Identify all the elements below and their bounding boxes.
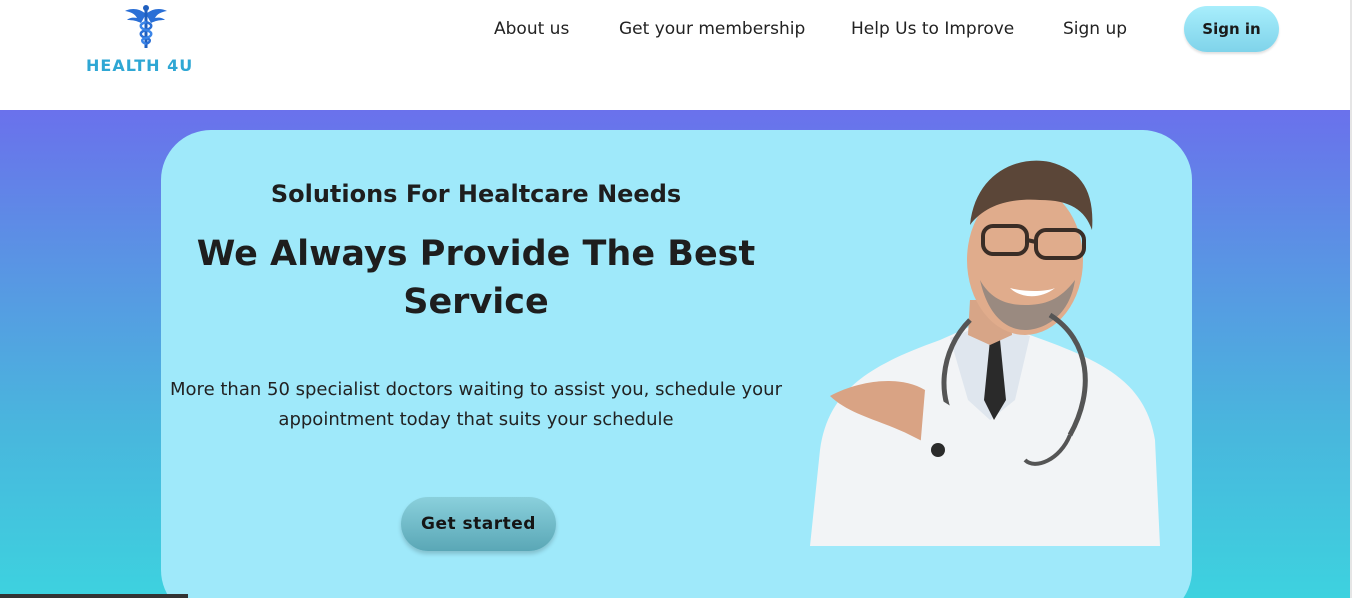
caduceus-icon <box>125 5 167 48</box>
sign-in-button[interactable]: Sign in <box>1184 6 1279 52</box>
hero-description: More than 50 specialist doctors waiting … <box>170 379 782 430</box>
get-started-button[interactable]: Get started <box>401 497 556 551</box>
nav-get-membership[interactable]: Get your membership <box>619 19 805 39</box>
nav-help-improve[interactable]: Help Us to Improve <box>851 19 1014 39</box>
brand-name: HEALTH 4U <box>86 56 194 75</box>
nav-about-us[interactable]: About us <box>494 19 569 39</box>
brand-logo[interactable]: HEALTH 4U <box>86 4 206 75</box>
hero-subtitle: Solutions For Healtcare Needs <box>270 180 682 208</box>
site-header: HEALTH 4U About us Get your membership H… <box>0 0 1350 110</box>
hero-title: We Always Provide The Best Service <box>196 234 756 322</box>
nav-sign-up[interactable]: Sign up <box>1063 19 1127 39</box>
bottom-scroll-indicator <box>0 594 188 598</box>
doctor-illustration <box>810 160 1160 546</box>
